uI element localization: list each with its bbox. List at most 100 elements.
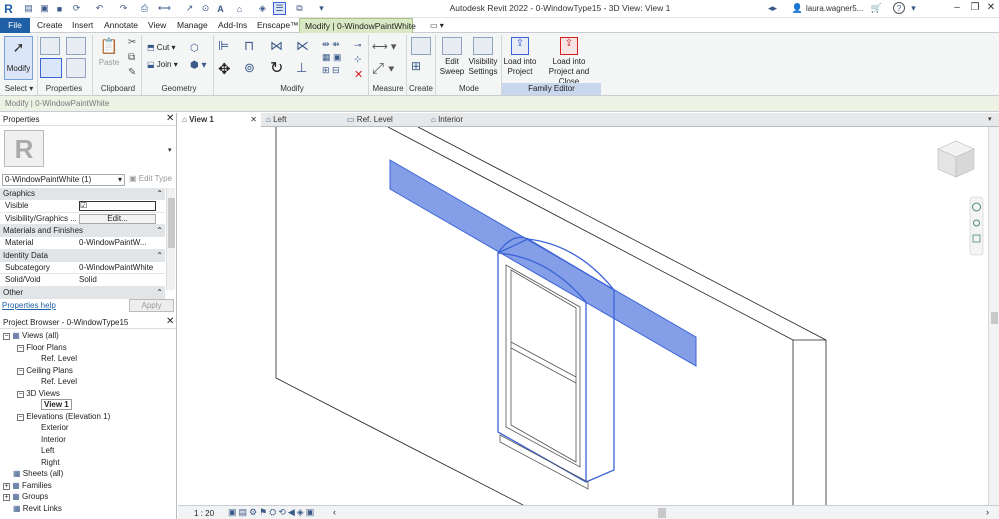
view-tab-interior[interactable]: ⌂ Interior [431, 113, 463, 127]
apply-button[interactable]: Apply [129, 299, 174, 312]
cart-icon[interactable]: 🛒 [870, 2, 883, 15]
tab-create[interactable]: Create [32, 18, 68, 33]
browser-tree-item[interactable]: ▦ Sheets (all) [3, 468, 173, 480]
scroll-right-icon[interactable]: › [986, 507, 989, 517]
text-icon[interactable]: A [214, 2, 227, 15]
create-similar-icon[interactable] [411, 37, 431, 55]
tab-view[interactable]: View [143, 18, 171, 33]
pin-unpin-icons[interactable]: ⊸ ⊹ [354, 38, 362, 66]
collapse-icon[interactable]: − [17, 413, 24, 421]
help-icon[interactable]: ? [893, 2, 905, 14]
tab-insert[interactable]: Insert [67, 18, 98, 33]
scroll-left-icon[interactable]: ‹ [333, 507, 336, 517]
selected-sweep[interactable] [389, 159, 697, 367]
window-frame[interactable] [497, 236, 615, 483]
canvas-vertical-scrollbar[interactable] [988, 127, 999, 505]
drawing-canvas[interactable] [178, 127, 988, 505]
close-properties-icon[interactable]: ✕ [166, 113, 174, 124]
load-into-project-close-button[interactable]: ⇪ Load into Project and Close [538, 37, 600, 87]
copy-icon[interactable]: ⧉ [128, 52, 135, 63]
default-3d-icon[interactable]: ⌂ [233, 2, 246, 15]
close-tab-icon[interactable]: ✕ [250, 113, 257, 127]
user-icon[interactable]: 👤 [791, 2, 804, 15]
wall-joins-icon[interactable]: ⬡ [190, 43, 199, 54]
browser-tree-item[interactable]: − ▦ Views (all) [3, 330, 173, 342]
browser-tree-item[interactable]: Exterior [3, 422, 173, 434]
tab-overflow-icon[interactable]: ▾ [988, 113, 992, 127]
view-control-icons[interactable]: ▣▤⚙⚑⛭⟲◀◈▣ [228, 507, 316, 518]
view-tab-view-1[interactable]: ⌂ View 1 ✕ [178, 113, 261, 127]
browser-tree-item[interactable]: Ref. Level [3, 353, 173, 365]
properties-scrollbar[interactable] [166, 188, 175, 290]
open-icon[interactable]: ▤ [22, 2, 35, 15]
delete-icon[interactable]: ✕ [354, 68, 363, 81]
view-tab-ref-level[interactable]: ▭ Ref. Level [347, 113, 393, 127]
tab-file[interactable]: File [0, 18, 30, 33]
collapse-icon[interactable]: − [17, 390, 24, 398]
browser-tree-item[interactable]: ▦ Revit Links [3, 503, 173, 515]
ribbon-minimize-icon[interactable]: ▭ ▾ [425, 18, 449, 33]
close-browser-icon[interactable]: ✕ [166, 316, 174, 327]
revit-logo-icon[interactable]: R [2, 2, 15, 16]
print-icon[interactable]: ⎙ [138, 2, 151, 15]
family-category-icon[interactable] [66, 58, 86, 78]
browser-tree-item[interactable]: Right [3, 457, 173, 469]
scrollbar-thumb[interactable] [168, 198, 175, 248]
aligned-dimension-icon[interactable]: ↗ [183, 2, 196, 15]
family-types-icon[interactable] [40, 58, 62, 78]
close-window-icon[interactable]: ✕ [984, 2, 998, 16]
browser-tree-item[interactable]: − Elevations (Elevation 1) [3, 411, 173, 423]
undo-icon[interactable]: ↶ [93, 2, 106, 15]
redo-icon[interactable]: ↷ [117, 2, 130, 15]
load-into-project-button[interactable]: ⇪ Load into Project [502, 37, 538, 77]
split-face-icon[interactable]: ⬢ ▾ [190, 60, 207, 71]
browser-tree-item[interactable]: − Ceiling Plans [3, 365, 173, 377]
browser-tree-item[interactable]: − 3D Views [3, 388, 173, 400]
match-type-icon[interactable]: ✎ [128, 67, 136, 78]
browser-tree-item[interactable]: Left [3, 445, 173, 457]
properties-palette-icon[interactable] [40, 37, 60, 55]
view-scale[interactable]: 1 : 20 [194, 509, 214, 518]
tab-annotate[interactable]: Annotate [99, 18, 143, 33]
group-materials[interactable]: Materials and Finishes ⌃ [0, 225, 165, 237]
edit-sweep-button[interactable]: Edit Sweep [439, 37, 465, 77]
trim-icon[interactable]: ⊥ [296, 60, 307, 76]
type-properties-icon[interactable] [66, 37, 86, 55]
visibility-settings-button[interactable]: Visibility Settings [466, 37, 500, 77]
expand-icon[interactable]: + [3, 482, 10, 490]
edit-type-button[interactable]: ▣ Edit Type [129, 174, 172, 183]
group-other[interactable]: Other ⌃ [0, 286, 165, 299]
restore-icon[interactable]: ❐ [968, 2, 982, 16]
browser-tree-item[interactable]: − Floor Plans [3, 342, 173, 354]
type-selector[interactable]: 0-WindowPaintWhite (1) ▾ [2, 174, 125, 186]
view-cube[interactable] [937, 140, 975, 178]
section-icon[interactable]: ◈ [256, 2, 269, 15]
solid-void-value[interactable]: Solid [79, 274, 97, 287]
browser-tree-item[interactable]: View 1 [3, 399, 173, 411]
paste-button[interactable]: 📋 Paste [98, 37, 120, 77]
properties-help-link[interactable]: Properties help [2, 301, 56, 310]
group-graphics[interactable]: Graphics ⌃ [0, 188, 165, 200]
cut-scissors-icon[interactable]: ✂ [128, 37, 136, 48]
navigation-bar[interactable] [969, 196, 984, 256]
measure-icon[interactable]: ⟷ [158, 2, 171, 15]
visible-checkbox[interactable]: ☑ [79, 201, 156, 211]
create-group-icon[interactable]: ⊞ [411, 59, 421, 73]
tab-add-ins[interactable]: Add-Ins [213, 18, 252, 33]
search-arrows-icon[interactable]: ◂▸ [766, 2, 779, 15]
browser-tree-item[interactable]: + ▦ Groups [3, 491, 173, 503]
user-name[interactable]: laura.wagner5... [806, 4, 863, 13]
save-icon[interactable]: ■ [53, 2, 66, 15]
customize-qat-icon[interactable]: ▾ [315, 2, 328, 15]
move-icon[interactable]: ✥ [218, 60, 231, 78]
tag-icon[interactable]: ⊙ [199, 2, 212, 15]
mirror-draw-icon[interactable]: ⋉ [296, 38, 309, 54]
open-file-icon[interactable]: ▣ [38, 2, 51, 15]
align-icon[interactable]: ⊫ [218, 38, 229, 54]
cut-geometry-button[interactable]: ⬒ Cut ▾ [147, 43, 176, 52]
type-preview-dropdown-icon[interactable]: ▾ [168, 146, 172, 154]
rotate-icon[interactable]: ↻ [270, 58, 283, 78]
close-hidden-icon[interactable]: ⧉ [293, 2, 306, 15]
tab-modify-context[interactable]: Modify | 0-WindowPaintWhite [299, 18, 416, 33]
material-value[interactable]: 0-WindowPaintW... [79, 237, 147, 250]
